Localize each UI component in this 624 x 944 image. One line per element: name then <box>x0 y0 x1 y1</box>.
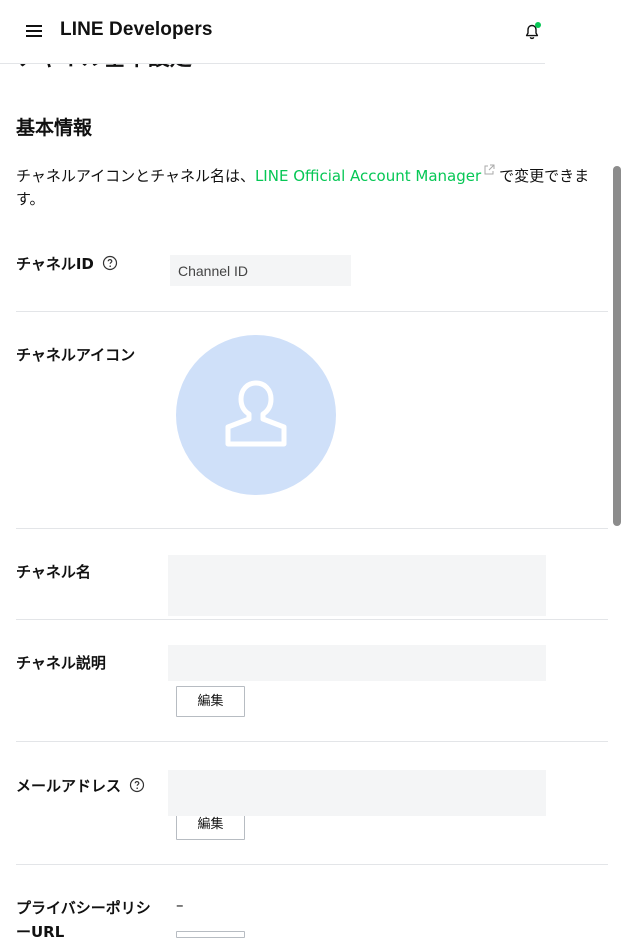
channel-name-field <box>168 555 546 616</box>
external-link-icon <box>483 160 495 175</box>
scrollbar[interactable] <box>613 166 621 526</box>
official-account-manager-link[interactable]: LINE Official Account Manager <box>255 167 481 185</box>
channel-icon-label: チャネルアイコン <box>16 346 136 364</box>
channel-description-label: チャネル説明 <box>16 654 106 672</box>
divider <box>16 311 608 312</box>
privacy-policy-label-line2: ーURL <box>16 923 65 941</box>
channel-id-label: チャネルID <box>16 253 118 275</box>
top-header: LINE Developers <box>0 0 545 64</box>
channel-id-field[interactable] <box>170 255 351 286</box>
brand-logo[interactable]: LINE Developers <box>60 19 213 41</box>
channel-id-label-text: チャネルID <box>16 255 94 273</box>
user-placeholder-icon <box>225 380 287 447</box>
section-title-basic-info: 基本情報 <box>16 117 93 139</box>
bell-icon[interactable] <box>524 22 542 42</box>
divider <box>16 864 608 865</box>
privacy-policy-label: プライバシーポリシ ーURL <box>16 896 151 944</box>
channel-icon-avatar <box>176 335 336 495</box>
intro-text: チャネルアイコンとチャネル名は、LINE Official Account Ma… <box>16 160 611 211</box>
divider <box>16 528 608 529</box>
privacy-policy-label-line1: プライバシーポリシ <box>16 899 151 917</box>
email-label-text: メールアドレス <box>16 777 122 795</box>
edit-privacy-button-partial[interactable] <box>176 931 245 938</box>
privacy-policy-value: – <box>176 896 184 914</box>
email-label: メールアドレス <box>16 775 145 797</box>
channel-description-field <box>168 645 546 681</box>
edit-description-button[interactable]: 編集 <box>176 686 245 717</box>
channel-name-label: チャネル名 <box>16 563 91 581</box>
divider <box>16 741 608 742</box>
notification-dot <box>535 22 541 28</box>
hamburger-menu-icon[interactable] <box>26 22 42 40</box>
help-circle-icon[interactable] <box>102 255 118 275</box>
help-circle-icon[interactable] <box>129 777 145 797</box>
intro-text-before: チャネルアイコンとチャネル名は、 <box>16 167 255 185</box>
email-field <box>168 770 546 816</box>
divider <box>16 619 608 620</box>
